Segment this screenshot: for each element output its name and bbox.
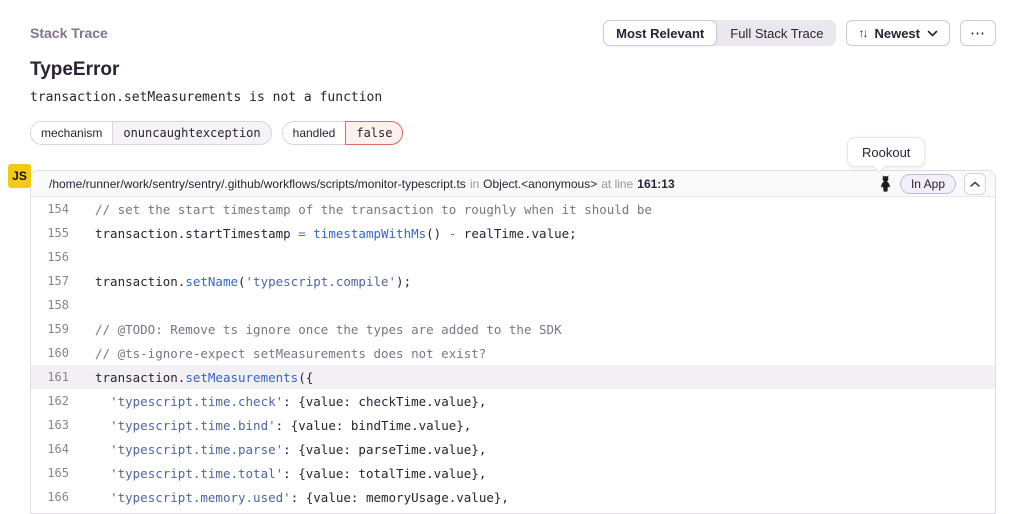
- sort-button[interactable]: ↑↓ Newest: [846, 20, 950, 46]
- frame-line-position: 161:13: [637, 177, 674, 191]
- line-number: 158: [31, 298, 69, 312]
- code-line-162: 162 'typescript.time.check': {value: che…: [31, 389, 995, 413]
- code-line-text: transaction.setMeasurements({: [69, 370, 313, 385]
- code-line-163: 163 'typescript.time.bind': {value: bind…: [31, 413, 995, 437]
- line-number: 161: [31, 370, 69, 384]
- tag-value: onuncaughtexception: [112, 122, 270, 144]
- stack-frame: /home/runner/work/sentry/sentry/.github/…: [30, 170, 996, 514]
- in-app-badge: In App: [900, 174, 956, 194]
- sort-arrows-icon: ↑↓: [858, 26, 866, 40]
- stack-trace-header: Stack Trace Most Relevant Full Stack Tra…: [0, 0, 1026, 46]
- error-message: transaction.setMeasurements is not a fun…: [30, 90, 996, 105]
- code-line-154: 154// set the start timestamp of the tra…: [31, 197, 995, 221]
- platform-js-badge: JS: [8, 164, 31, 188]
- chevron-down-icon: [927, 30, 938, 37]
- header-controls: Most Relevant Full Stack Trace ↑↓ Newest…: [603, 20, 996, 46]
- code-line-165: 165 'typescript.time.total': {value: tot…: [31, 461, 995, 485]
- tag-value: false: [345, 121, 403, 145]
- code-line-text: 'typescript.time.total': {value: totalTi…: [69, 466, 486, 481]
- rookout-icon[interactable]: [879, 175, 892, 192]
- line-number: 164: [31, 442, 69, 456]
- code-line-text: 'typescript.time.bind': {value: bindTime…: [69, 418, 471, 433]
- collapse-frame-button[interactable]: [964, 173, 986, 195]
- frame-function-name: Object.<anonymous>: [483, 177, 597, 191]
- code-line-164: 164 'typescript.time.parse': {value: par…: [31, 437, 995, 461]
- more-options-button[interactable]: ⋯: [960, 20, 996, 46]
- tag-handled[interactable]: handled false: [282, 121, 404, 145]
- code-line-157: 157transaction.setName('typescript.compi…: [31, 269, 995, 293]
- line-number: 166: [31, 490, 69, 504]
- code-line-156: 156: [31, 245, 995, 269]
- line-number: 159: [31, 322, 69, 336]
- line-number: 154: [31, 202, 69, 216]
- code-line-text: // set the start timestamp of the transa…: [69, 202, 652, 217]
- line-number: 156: [31, 250, 69, 264]
- code-line-text: 'typescript.time.check': {value: checkTi…: [69, 394, 486, 409]
- code-line-159: 159// @TODO: Remove ts ignore once the t…: [31, 317, 995, 341]
- code-line-text: 'typescript.time.parse': {value: parseTi…: [69, 442, 486, 457]
- frame-in-label: in: [470, 177, 479, 191]
- code-line-text: transaction.setName('typescript.compile'…: [69, 274, 411, 289]
- frame-at-line-label: at line: [601, 177, 633, 191]
- line-number: 160: [31, 346, 69, 360]
- line-number: 157: [31, 274, 69, 288]
- line-number: 163: [31, 418, 69, 432]
- code-line-166: 166 'typescript.memory.used': {value: me…: [31, 485, 995, 509]
- view-toggle: Most Relevant Full Stack Trace: [603, 20, 836, 46]
- tag-key: handled: [283, 122, 346, 144]
- code-line-155: 155transaction.startTimestamp = timestam…: [31, 221, 995, 245]
- toggle-most-relevant[interactable]: Most Relevant: [603, 20, 717, 46]
- line-number: 165: [31, 466, 69, 480]
- frame-header-actions: In App: [879, 173, 986, 195]
- code-line-text: // @TODO: Remove ts ignore once the type…: [69, 322, 562, 337]
- code-line-text: transaction.startTimestamp = timestampWi…: [69, 226, 577, 241]
- code-line-text: // @ts-ignore-expect setMeasurements doe…: [69, 346, 486, 361]
- rookout-tooltip-label: Rookout: [862, 145, 910, 160]
- ellipsis-icon: ⋯: [970, 24, 986, 42]
- code-context: 154// set the start timestamp of the tra…: [31, 197, 995, 509]
- code-line-161: 161transaction.setMeasurements({: [31, 365, 995, 389]
- tag-key: mechanism: [31, 122, 112, 144]
- toggle-full-stack-trace[interactable]: Full Stack Trace: [717, 20, 836, 46]
- code-line-158: 158: [31, 293, 995, 317]
- section-title: Stack Trace: [30, 25, 108, 41]
- error-type-title: TypeError: [30, 59, 996, 81]
- rookout-tooltip: Rookout: [847, 137, 925, 167]
- frame-file-path: /home/runner/work/sentry/sentry/.github/…: [49, 177, 466, 191]
- stack-trace-section: Stack Trace Most Relevant Full Stack Tra…: [0, 0, 1026, 514]
- line-number: 162: [31, 394, 69, 408]
- tag-mechanism[interactable]: mechanism onuncaughtexception: [30, 121, 272, 145]
- chevron-up-icon: [970, 176, 980, 191]
- code-line-160: 160// @ts-ignore-expect setMeasurements …: [31, 341, 995, 365]
- line-number: 155: [31, 226, 69, 240]
- sort-button-label: Newest: [874, 26, 920, 41]
- frame-header[interactable]: /home/runner/work/sentry/sentry/.github/…: [31, 171, 995, 197]
- code-line-text: 'typescript.memory.used': {value: memory…: [69, 490, 509, 505]
